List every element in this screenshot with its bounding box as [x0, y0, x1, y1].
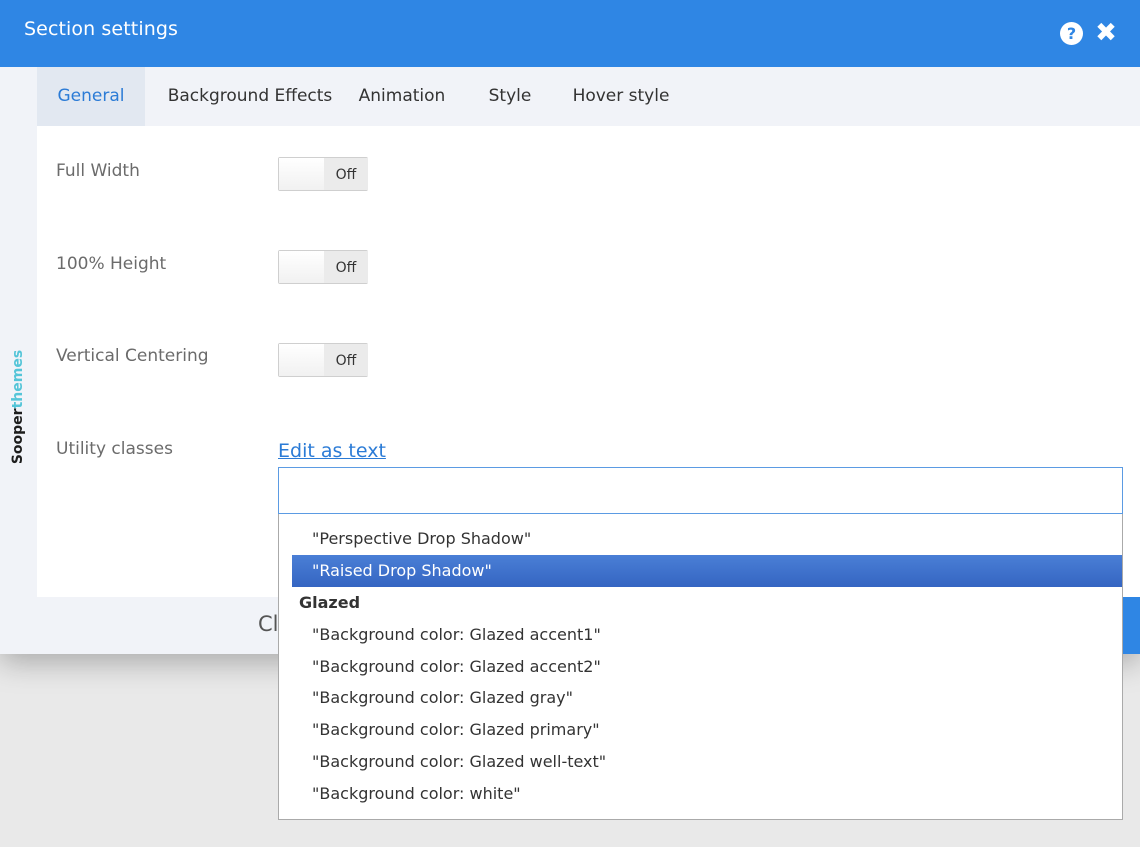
dialog-title: Section settings — [24, 18, 178, 40]
tab-animation[interactable]: Animation — [352, 67, 452, 126]
toggle-knob — [279, 251, 325, 283]
toggle-state: Off — [324, 344, 368, 376]
help-button[interactable]: ? — [1060, 22, 1083, 45]
toggle-knob — [279, 344, 325, 376]
toggle-state: Off — [324, 158, 368, 190]
tab-general[interactable]: General — [37, 67, 145, 126]
tab-style[interactable]: Style — [477, 67, 543, 126]
dropdown-option[interactable]: "Background color: Glazed accent1" — [292, 619, 1122, 651]
toggle-knob — [279, 158, 325, 190]
close-button[interactable]: ✖ — [1094, 20, 1118, 46]
dropdown-option-selected[interactable]: "Raised Drop Shadow" — [292, 555, 1122, 587]
utility-classes-dropdown[interactable]: "Perspective Drop Shadow" "Raised Drop S… — [278, 514, 1123, 820]
dropdown-option[interactable]: "Background color: Glazed well-text" — [292, 746, 1122, 778]
dropdown-group-header: Glazed — [299, 593, 361, 612]
dropdown-option[interactable]: "Background color: Glazed accent2" — [292, 651, 1122, 683]
dropdown-option[interactable]: "Perspective Drop Shadow" — [292, 523, 1122, 555]
dropdown-option[interactable]: "Background color: Glazed primary" — [292, 714, 1122, 746]
vertical-centering-toggle[interactable]: Off — [278, 343, 368, 377]
utility-classes-label: Utility classes — [56, 439, 173, 459]
close-x-icon: ✖ — [1095, 18, 1117, 48]
utility-classes-input[interactable] — [278, 467, 1123, 514]
full-width-label: Full Width — [56, 161, 140, 181]
height-label: 100% Height — [56, 254, 167, 274]
dropdown-option[interactable]: "Background color: Glazed gray" — [292, 682, 1122, 714]
tab-background-effects[interactable]: Background Effects — [155, 67, 345, 126]
close-button-partial[interactable]: Cl — [258, 612, 279, 636]
edit-as-text-link[interactable]: Edit as text — [278, 440, 386, 462]
dropdown-option[interactable]: "Background color: white" — [292, 778, 1122, 810]
sooperthemes-logo: Sooperthemes — [10, 349, 26, 465]
full-width-toggle[interactable]: Off — [278, 157, 368, 191]
height-toggle[interactable]: Off — [278, 250, 368, 284]
tab-bar: General Background Effects Animation Sty… — [37, 67, 1140, 126]
brand-strip: Sooperthemes — [0, 67, 37, 597]
question-circle-icon: ? — [1066, 24, 1077, 43]
dialog-titlebar: Section settings ? ✖ — [0, 0, 1140, 67]
toggle-state: Off — [324, 251, 368, 283]
vertical-centering-label: Vertical Centering — [56, 346, 209, 366]
tab-hover-style[interactable]: Hover style — [567, 67, 675, 126]
